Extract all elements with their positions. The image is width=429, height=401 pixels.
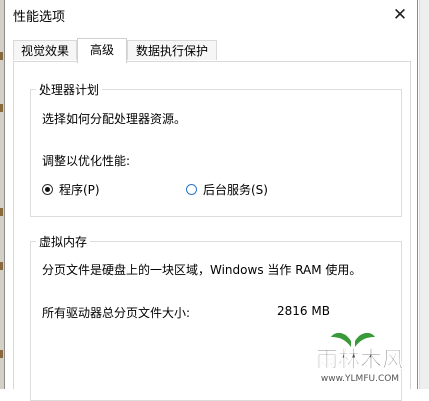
programs-radio[interactable]: 程序(P): [42, 181, 100, 198]
close-icon: ✕: [392, 5, 408, 25]
background-mark: [0, 52, 3, 60]
total-paging-file-label: 所有驱动器总分页文件大小:: [42, 306, 191, 320]
background-services-radio-label[interactable]: 后台服务(S): [203, 181, 268, 198]
optimize-performance-label: 调整以优化性能:: [42, 154, 131, 168]
tab-visual-effects[interactable]: 视觉效果: [13, 40, 77, 60]
background-services-radio[interactable]: 后台服务(S): [186, 181, 268, 198]
watermark-url: www.YLMFU.COM: [321, 374, 399, 384]
processor-scheduling-group: 处理器计划 选择如何分配处理器资源。 调整以优化性能: 程序(P) 后台服务(S…: [30, 81, 402, 217]
background-mark: [0, 104, 3, 112]
radio-checked-icon[interactable]: [42, 184, 53, 195]
close-button[interactable]: ✕: [383, 0, 417, 30]
programs-radio-label[interactable]: 程序(P): [59, 181, 100, 198]
window-title: 性能选项: [13, 10, 66, 25]
processor-scheduling-title: 处理器计划: [36, 81, 103, 98]
paging-file-description: 分页文件是硬盘上的一块区域，Windows 当作 RAM 使用。: [42, 263, 362, 277]
watermark-leaf-icon: 雨林木风 www.YLMFU.COM: [316, 332, 404, 384]
background-mark: [0, 208, 3, 216]
virtual-memory-title: 虚拟内存: [36, 233, 91, 250]
watermark-brand: 雨林木风: [316, 348, 404, 373]
background-mark: [0, 262, 3, 270]
tab-advanced[interactable]: 高级: [77, 38, 127, 63]
total-paging-file-value: 2816 MB: [277, 304, 330, 318]
watermark-logo: 雨林木风 www.YLMFU.COM: [295, 327, 425, 385]
tab-data-execution-prevention[interactable]: 数据执行保护: [127, 40, 217, 60]
title-bar[interactable]: 性能选项 ✕: [5, 0, 417, 30]
tab-strip: 视觉效果 高级 数据执行保护: [13, 38, 411, 63]
background-mark: [0, 350, 3, 358]
processor-scheduling-description: 选择如何分配处理器资源。: [42, 112, 187, 126]
radio-unchecked-icon[interactable]: [186, 184, 197, 195]
